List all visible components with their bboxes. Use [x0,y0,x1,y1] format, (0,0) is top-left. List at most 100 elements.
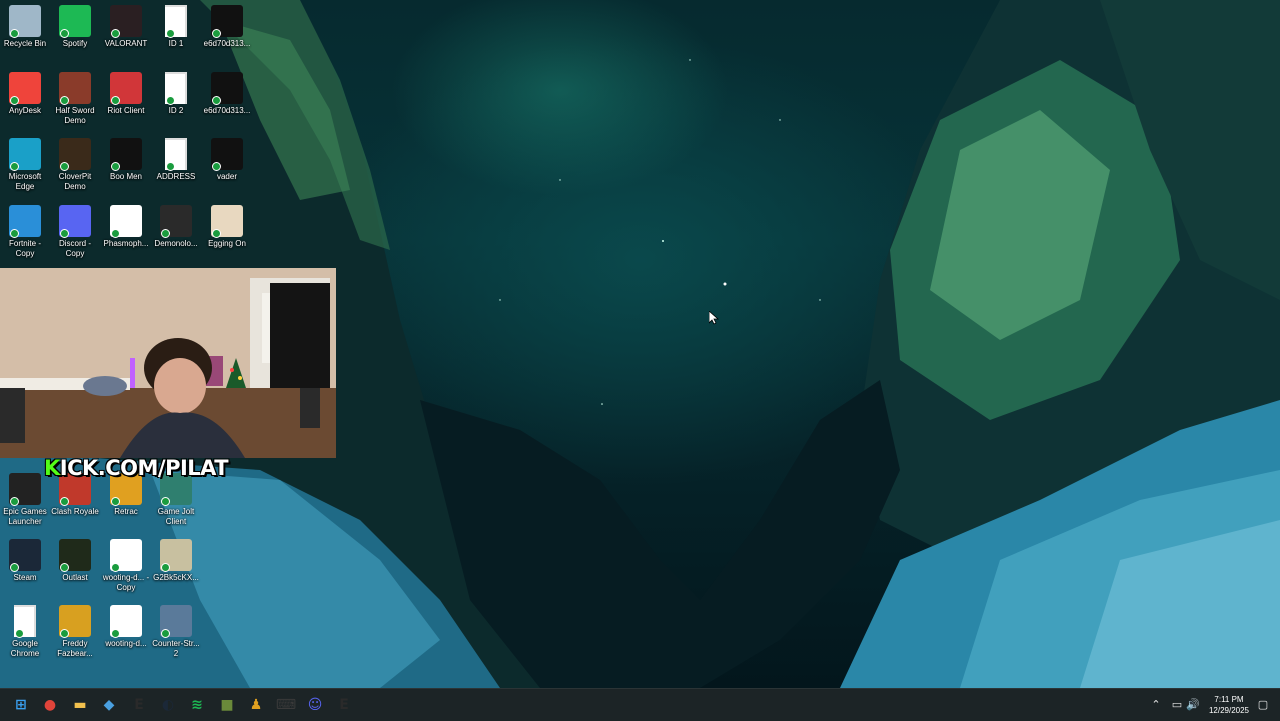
phasmophobia-icon [110,205,142,238]
desktop-icon-label: VALORANT [104,39,148,48]
desktop-icon-freddy-fazbear[interactable]: Freddy Fazbear... [50,600,100,659]
sync-status-icon [10,29,19,38]
desktop-icon-recycle-bin[interactable]: Recycle Bin [0,0,50,49]
taskbar-clock[interactable]: 7:11 PM 12/29/2025 [1200,694,1258,716]
sync-status-icon [10,96,19,105]
notification-icon[interactable]: ▢ [1256,698,1270,712]
taskbar-minecraft[interactable]: ■ [218,696,236,714]
image-file-icon [211,138,243,171]
taskbar-retrac[interactable]: ♟ [247,696,265,714]
taskbar-chrome[interactable]: ● [41,696,59,714]
desktop-icon-valorant[interactable]: VALORANT [101,0,151,49]
desktop-icon-label: Freddy Fazbear... [57,639,93,658]
desktop-icon-boo-men[interactable]: Boo Men [101,133,151,182]
desktop-icon-egging-on[interactable]: Egging On [202,200,252,249]
outlast-icon [59,539,91,572]
taskbar-spotify[interactable]: ≋ [188,696,206,714]
minecraft-icon: ■ [220,697,234,713]
taskbar-app-blue[interactable]: ◆ [100,696,118,714]
desktop-icon-microsoft-edge[interactable]: Microsoft Edge [0,133,50,192]
image-file-icon [211,5,243,38]
document-icon [14,605,36,638]
sync-status-icon [60,162,69,171]
desktop-icon-id-2[interactable]: ID 2 [151,67,201,116]
desktop-icon-label: e6d70d313... [203,39,251,48]
desktop-icon-label: Spotify [62,39,88,48]
taskbar-steam[interactable]: ◐ [159,696,177,714]
desktop-icon-outlast[interactable]: Outlast [50,534,100,583]
chrome-icon: ● [43,697,57,713]
sync-status-icon [60,563,69,572]
desktop-icon-e6d70d313[interactable]: e6d70d313... [202,67,252,116]
desktop-icon-label: Epic Games Launcher [3,507,47,526]
desktop-icon-label: Microsoft Edge [8,172,42,191]
wooting-icon [110,539,142,572]
image-file-icon [211,72,243,105]
desktop-icon-riot-client[interactable]: Riot Client [101,67,151,116]
tray-chevron-icon[interactable]: ⌃ [1149,698,1163,712]
sync-status-icon [166,96,175,105]
document-icon [165,5,187,38]
sync-status-icon [166,162,175,171]
desktop-icon-label: e6d70d313... [203,106,251,115]
desktop-icon-label: Demonolo... [154,239,198,248]
desktop-icon-label: ID 1 [168,39,184,48]
taskbar-epic-games-2[interactable]: E [335,696,353,714]
desktop-icon-cloverpit-demo[interactable]: CloverPit Demo [50,133,100,192]
sync-status-icon [10,162,19,171]
desktop-icon-label: Discord - Copy [58,239,91,258]
taskbar-wooting[interactable]: ⌨ [275,696,297,714]
discord-icon [59,205,91,238]
desktop-icon-e6d70d313[interactable]: e6d70d313... [202,0,252,49]
desktop-icon-label: Clash Royale [51,507,99,516]
desktop-icon-label: wooting-d... [105,639,147,648]
epic-games-icon: E [134,697,144,713]
sync-status-icon [10,497,19,506]
windows-start-icon: ⊞ [15,697,27,713]
taskbar-file-explorer[interactable]: ▬ [71,696,89,714]
desktop-icon-label: Retrac [114,507,138,516]
desktop-icon-label: CloverPit Demo [58,172,92,191]
desktop-icon-discord-copy[interactable]: Discord - Copy [50,200,100,259]
desktop-icon-vader[interactable]: vader [202,133,252,182]
desktop-icon-label: wooting-d... - Copy [102,573,150,592]
wooting-icon: ⌨ [275,697,297,713]
desktop-icon-address[interactable]: ADDRESS [151,133,201,182]
document-icon [165,138,187,171]
desktop-icon-wooting-d[interactable]: wooting-d... [101,600,151,649]
clock-time: 7:11 PM [1214,695,1244,704]
sync-status-icon [166,29,175,38]
desktop-icon-anydesk[interactable]: AnyDesk [0,67,50,116]
desktop-icon-steam[interactable]: Steam [0,534,50,583]
image-file-icon [160,539,192,572]
sync-status-icon [111,629,120,638]
desktop-icon-label: Recycle Bin [3,39,47,48]
desktop-icon-half-sword-demo[interactable]: Half Sword Demo [50,67,100,126]
desktop-icon-phasmoph[interactable]: Phasmoph... [101,200,151,249]
network-icon[interactable]: ▭ [1170,698,1184,712]
sync-status-icon [60,497,69,506]
taskbar-discord[interactable]: ☺ [306,696,324,714]
desktop-icon-counter-str-2[interactable]: Counter-Str... 2 [151,600,201,659]
taskbar-start-button[interactable]: ⊞ [12,696,30,714]
desktop-icon-label: Game Jolt Client [157,507,195,526]
spotify-icon: ≋ [191,697,203,713]
stream-overlay-text: KICK.COM/PILAT [44,456,229,480]
desktop-icon-spotify[interactable]: Spotify [50,0,100,49]
desktop-icon-wooting-d-copy[interactable]: wooting-d... - Copy [101,534,151,593]
desktop-icon-id-1[interactable]: ID 1 [151,0,201,49]
sync-status-icon [161,563,170,572]
sync-status-icon [161,629,170,638]
desktop-icon-g2bk5ckx[interactable]: G2Bk5cKX... [151,534,201,583]
taskbar-epic-games[interactable]: E [130,696,148,714]
desktop-icon-demonolo[interactable]: Demonolo... [151,200,201,249]
desktop-icon-fortnite-copy[interactable]: Fortnite - Copy [0,200,50,259]
desktop-icon-google-chrome[interactable]: Google Chrome [0,600,50,659]
desktop-icon-label: Outlast [62,573,88,582]
sync-status-icon [111,229,120,238]
freddy-icon [59,605,91,638]
desktop-icon-epic-games-launcher[interactable]: Epic Games Launcher [0,468,50,527]
volume-icon[interactable]: 🔊 [1186,698,1200,712]
mouse-cursor-icon [708,310,720,330]
document-icon [165,72,187,105]
